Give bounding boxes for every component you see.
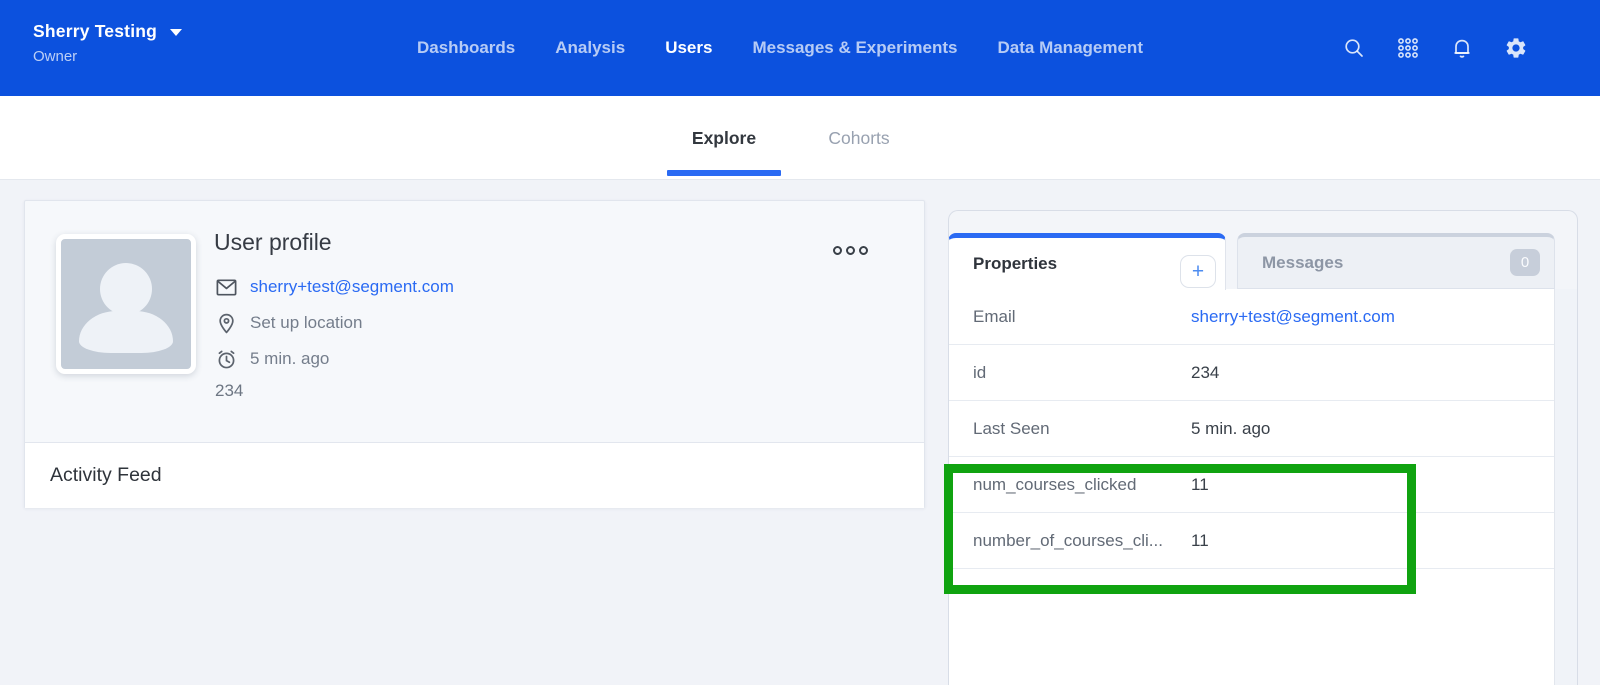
property-label: id: [973, 363, 1191, 383]
apps-grid-icon[interactable]: [1396, 36, 1420, 60]
nav-item-messages-experiments[interactable]: Messages & Experiments: [752, 38, 957, 58]
property-value: 5 min. ago: [1191, 419, 1270, 439]
tab-properties-label: Properties: [973, 254, 1057, 274]
property-label: number_of_courses_cli...: [973, 531, 1191, 551]
properties-table: Email sherry+test@segment.com id 234 Las…: [949, 289, 1554, 685]
profile-location-row: Set up location: [215, 305, 454, 341]
profile-last-seen-text: 5 min. ago: [250, 349, 329, 369]
profile-user-id: 234: [215, 381, 243, 401]
activity-feed-title: Activity Feed: [50, 464, 162, 487]
activity-feed-section: Activity Feed: [25, 442, 924, 508]
nav-item-dashboards[interactable]: Dashboards: [417, 38, 515, 58]
chevron-down-icon: [170, 29, 182, 36]
topbar-icon-group: [1342, 0, 1528, 96]
nav-item-users[interactable]: Users: [665, 38, 712, 58]
add-property-button[interactable]: +: [1180, 255, 1216, 288]
property-row-number-of-courses-clicked: number_of_courses_cli... 11: [949, 513, 1554, 569]
workspace-switcher[interactable]: Sherry Testing Owner: [33, 21, 182, 65]
more-options-button[interactable]: [829, 242, 872, 259]
property-label: Last Seen: [973, 419, 1191, 439]
nav-item-analysis[interactable]: Analysis: [555, 38, 625, 58]
avatar: [56, 234, 196, 374]
main-nav: Dashboards Analysis Users Messages & Exp…: [417, 0, 1143, 96]
tab-explore-label: Explore: [692, 128, 756, 149]
panel-scrollbar[interactable]: [1554, 289, 1577, 685]
tab-cohorts[interactable]: Cohorts: [803, 96, 915, 180]
workspace-role: Owner: [33, 48, 182, 65]
property-value: 11: [1191, 475, 1209, 495]
avatar-head-shape: [100, 263, 152, 315]
tab-messages[interactable]: Messages 0: [1237, 233, 1555, 289]
top-navigation-bar: Sherry Testing Owner Dashboards Analysis…: [0, 0, 1600, 96]
property-value-link[interactable]: sherry+test@segment.com: [1191, 307, 1395, 327]
profile-email-link[interactable]: sherry+test@segment.com: [250, 277, 454, 297]
profile-info-rows: sherry+test@segment.com Set up location: [215, 269, 454, 377]
alarm-clock-icon: [215, 348, 238, 371]
location-pin-icon: [215, 312, 238, 335]
profile-last-seen-row: 5 min. ago: [215, 341, 454, 377]
tab-cohorts-label: Cohorts: [828, 128, 889, 149]
property-row-num-courses-clicked: num_courses_clicked 11: [949, 457, 1554, 513]
property-label: Email: [973, 307, 1191, 327]
property-row-id: id 234: [949, 345, 1554, 401]
notifications-bell-icon[interactable]: [1450, 36, 1474, 60]
dot-shape: [859, 246, 868, 255]
tab-properties[interactable]: Properties +: [948, 233, 1226, 290]
dot-shape: [833, 246, 842, 255]
nav-item-data-management[interactable]: Data Management: [998, 38, 1143, 58]
user-profile-card: User profile sherry+test@segment.com: [24, 200, 925, 508]
page-tabstrip: Explore Cohorts: [0, 96, 1600, 180]
workspace-name: Sherry Testing: [33, 21, 157, 42]
dot-shape: [846, 246, 855, 255]
envelope-icon: [215, 276, 238, 299]
profile-location-text[interactable]: Set up location: [250, 313, 362, 333]
messages-count-badge: 0: [1510, 249, 1540, 276]
settings-gear-icon[interactable]: [1504, 36, 1528, 60]
page-title: User profile: [214, 229, 332, 256]
property-row-email: Email sherry+test@segment.com: [949, 289, 1554, 345]
profile-email-row: sherry+test@segment.com: [215, 269, 454, 305]
property-row-last-seen: Last Seen 5 min. ago: [949, 401, 1554, 457]
property-value: 11: [1191, 531, 1209, 551]
properties-panel: Properties + Messages 0 Email sherry+tes…: [948, 210, 1578, 685]
app-root: Sherry Testing Owner Dashboards Analysis…: [0, 0, 1600, 685]
property-label: num_courses_clicked: [973, 475, 1191, 495]
tab-messages-label: Messages: [1262, 253, 1343, 273]
avatar-body-shape: [79, 311, 173, 353]
property-value: 234: [1191, 363, 1219, 383]
tab-explore[interactable]: Explore: [667, 96, 781, 180]
search-icon[interactable]: [1342, 36, 1366, 60]
